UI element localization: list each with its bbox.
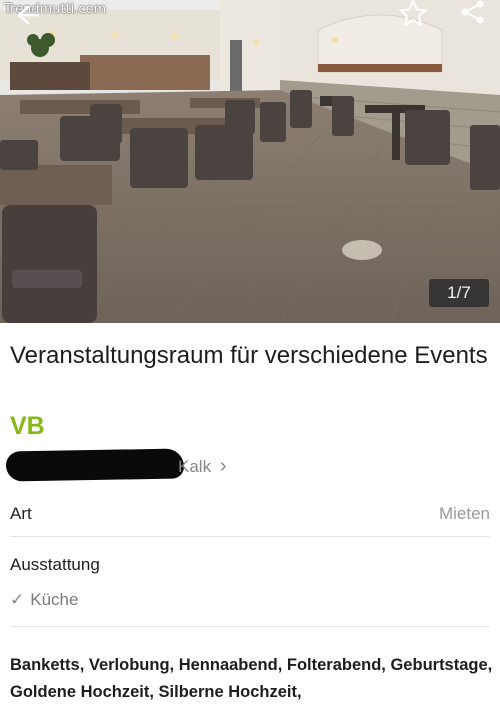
divider: [10, 626, 490, 627]
type-value: Mieten: [438, 504, 490, 523]
equipment-label: Ausstattung: [10, 555, 100, 574]
location-name: Kalk: [178, 457, 212, 476]
location-link[interactable]: Kalk ›: [5, 448, 306, 482]
restaurant-photo-image: [0, 0, 500, 323]
chevron-right-icon: ›: [219, 455, 227, 477]
equipment-item: ✓ Küche: [10, 590, 78, 610]
redaction-mark: [5, 448, 185, 482]
equipment-item-label: Küche: [30, 590, 79, 609]
listing-price: VB: [10, 412, 45, 440]
type-label: Art: [10, 504, 32, 523]
image-counter: 1/7: [429, 279, 489, 307]
listing-title: Veranstaltungsraum für verschiedene Even…: [10, 342, 488, 369]
check-icon: ✓: [10, 590, 25, 609]
star-icon[interactable]: [398, 0, 428, 31]
divider: [10, 536, 490, 537]
listing-description: Banketts, Verlobung, Hennaabend, Foltera…: [10, 656, 493, 701]
listing-photo[interactable]: [0, 0, 500, 323]
share-icon[interactable]: [459, 0, 487, 29]
back-arrow-icon[interactable]: [14, 4, 40, 31]
location-label: Kalk ›: [178, 455, 226, 478]
